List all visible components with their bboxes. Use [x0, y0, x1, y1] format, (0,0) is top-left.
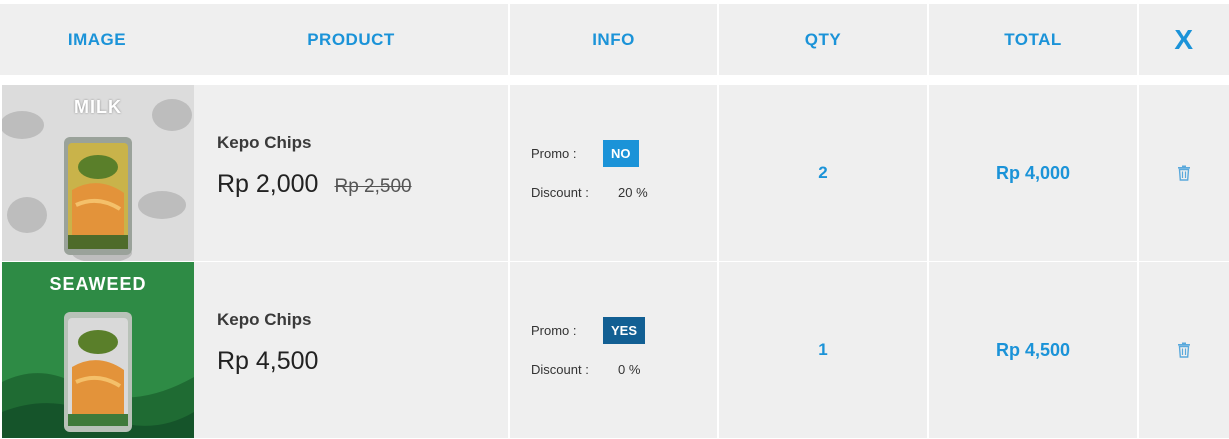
promo-label: Promo : — [531, 323, 577, 338]
promo-badge: YES — [603, 317, 646, 344]
discount-value: 0 % — [618, 362, 641, 377]
product-price: Rp 2,000 — [217, 170, 319, 198]
header-image: IMAGE — [0, 4, 194, 75]
promo-label: Promo : — [531, 146, 577, 161]
discount-line: Discount : 0 % — [531, 362, 640, 377]
price-group: Rp 4,500 — [217, 347, 318, 376]
total-cell: Rp 4,000 — [929, 85, 1137, 261]
quantity-cell: 2 — [719, 85, 927, 261]
header-remove: X — [1139, 4, 1229, 75]
cart-header: IMAGE PRODUCT INFO QTY TOTAL X — [0, 4, 1229, 75]
image-caption: MILK — [74, 97, 122, 117]
header-product: PRODUCT — [194, 4, 508, 75]
product-details: Kepo Chips Rp 2,000 Rp 2,500 — [194, 85, 508, 261]
quantity-value[interactable]: 1 — [818, 340, 827, 360]
discount-label: Discount : — [531, 185, 589, 200]
quantity-value[interactable]: 2 — [818, 163, 827, 183]
remove-cell — [1139, 85, 1229, 261]
image-caption: SEAWEED — [49, 274, 147, 294]
product-name[interactable]: Kepo Chips — [217, 133, 311, 153]
header-total: TOTAL — [929, 4, 1137, 75]
header-info: INFO — [510, 4, 717, 75]
trash-icon[interactable] — [1177, 165, 1191, 181]
product-details: Kepo Chips Rp 4,500 — [194, 262, 508, 438]
total-cell: Rp 4,500 — [929, 262, 1137, 438]
product-name[interactable]: Kepo Chips — [217, 310, 311, 330]
promo-line: Promo : YES — [531, 317, 646, 344]
trash-icon[interactable] — [1177, 342, 1191, 358]
product-price: Rp 4,500 — [217, 347, 319, 375]
product-image[interactable]: SEAWEED — [2, 262, 194, 438]
header-qty: QTY — [719, 4, 927, 75]
quantity-cell: 1 — [719, 262, 927, 438]
price-group: Rp 2,000 Rp 2,500 — [217, 170, 412, 199]
promo-badge: NO — [603, 140, 639, 167]
original-price: Rp 2,500 — [334, 176, 412, 197]
remove-cell — [1139, 262, 1229, 438]
discount-label: Discount : — [531, 362, 589, 377]
promo-line: Promo : NO — [531, 140, 639, 167]
discount-line: Discount : 20 % — [531, 185, 648, 200]
shopping-cart-table: IMAGE PRODUCT INFO QTY TOTAL X MILK Kepo… — [0, 0, 1229, 439]
product-info: Promo : NO Discount : 20 % — [510, 85, 717, 261]
line-total: Rp 4,500 — [995, 339, 1071, 360]
table-row: MILK Kepo Chips Rp 2,000 Rp 2,500 Promo … — [0, 85, 1229, 261]
product-image[interactable]: MILK — [2, 85, 194, 261]
product-info: Promo : YES Discount : 0 % — [510, 262, 717, 438]
table-row: SEAWEED Kepo Chips Rp 4,500 Promo : YES … — [0, 262, 1229, 438]
discount-value: 20 % — [618, 185, 648, 200]
line-total: Rp 4,000 — [995, 162, 1071, 183]
